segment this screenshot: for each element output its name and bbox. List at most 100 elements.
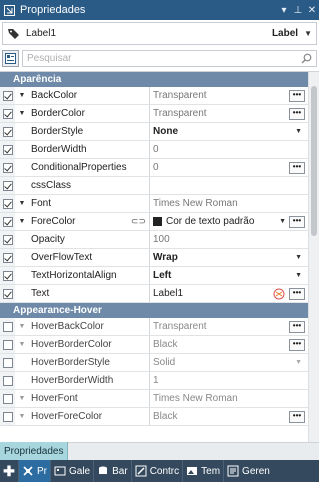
property-checkbox[interactable] (2, 108, 13, 119)
property-checkbox[interactable] (2, 198, 13, 209)
property-row[interactable]: OverFlowText Wrap ▼ (0, 249, 308, 267)
property-row[interactable]: HoverBorderWidth 1 (0, 372, 308, 390)
chevron-down-icon[interactable]: ▼ (295, 254, 302, 261)
property-row[interactable]: BorderWidth 0 (0, 141, 308, 159)
property-checkbox[interactable] (2, 162, 13, 173)
property-value[interactable]: Label1 ••• (150, 285, 308, 302)
property-value[interactable]: Black ••• (150, 408, 308, 425)
bottom-tab[interactable]: Pr (18, 460, 50, 482)
property-row[interactable]: ▼ HoverFont Times New Roman (0, 390, 308, 408)
bottom-tab[interactable]: Gale (50, 460, 93, 482)
property-row[interactable]: ▼ BackColor Transparent ••• (0, 87, 308, 105)
property-checkbox[interactable] (2, 126, 13, 137)
property-checkbox[interactable] (2, 411, 13, 422)
property-checkbox-cell (0, 318, 15, 335)
property-checkbox[interactable] (2, 270, 13, 281)
ellipsis-button[interactable]: ••• (289, 89, 305, 102)
property-row[interactable]: ▼ Font Times New Roman (0, 195, 308, 213)
pin-button[interactable]: ⊥ (291, 5, 305, 16)
ellipsis-button[interactable]: ••• (289, 287, 305, 300)
property-value[interactable]: Cor de texto padrão ▼ ••• (150, 213, 308, 230)
chevron-down-icon[interactable]: ▼ (295, 272, 302, 279)
property-value[interactable]: Solid ▼ (150, 354, 308, 371)
expand-triangle-icon[interactable]: ▼ (15, 195, 29, 212)
ellipsis-button[interactable]: ••• (289, 107, 305, 120)
property-value[interactable]: Transparent ••• (150, 87, 308, 104)
property-value[interactable]: Wrap ▼ (150, 249, 308, 266)
property-row[interactable]: cssClass (0, 177, 308, 195)
chevron-down-icon[interactable]: ▼ (279, 218, 286, 225)
property-row[interactable]: ▼ BorderColor Transparent ••• (0, 105, 308, 123)
bottom-tab[interactable]: Contrc (130, 460, 182, 482)
property-checkbox[interactable] (2, 144, 13, 155)
expand-triangle-icon[interactable]: ▼ (15, 318, 29, 335)
property-row[interactable]: Text Label1 ••• (0, 285, 308, 303)
chevron-down-icon[interactable]: ▼ (295, 128, 302, 135)
property-value[interactable]: Transparent ••• (150, 105, 308, 122)
ellipsis-button[interactable]: ••• (289, 161, 305, 174)
search-icon[interactable] (301, 53, 312, 64)
link-icon[interactable]: ⊂⊃ (131, 216, 146, 227)
bottom-tab[interactable]: Geren (223, 460, 273, 482)
property-row[interactable]: BorderStyle None ▼ (0, 123, 308, 141)
property-row[interactable]: ▼ HoverBorderColor Black ••• (0, 336, 308, 354)
expand-triangle-icon[interactable]: ▼ (15, 336, 29, 353)
property-value[interactable]: Times New Roman (150, 195, 308, 212)
property-value[interactable]: 1 (150, 372, 308, 389)
property-value[interactable]: None ▼ (150, 123, 308, 140)
category-header[interactable]: Aparência (0, 72, 308, 87)
close-button[interactable]: ✕ (305, 5, 319, 16)
property-row[interactable]: ▼ ForeColor ⊂⊃ Cor de texto padrão ▼ ••• (0, 213, 308, 231)
categorize-button[interactable] (2, 50, 19, 67)
property-name-text: HoverFont (31, 393, 78, 404)
property-checkbox[interactable] (2, 90, 13, 101)
localize-icon[interactable] (273, 288, 285, 300)
property-checkbox[interactable] (2, 180, 13, 191)
property-value[interactable]: Transparent ••• (150, 318, 308, 335)
ellipsis-button[interactable]: ••• (289, 410, 305, 423)
property-name-text: Font (31, 198, 52, 209)
property-row[interactable]: HoverBorderStyle Solid ▼ (0, 354, 308, 372)
bottom-tab[interactable]: Tem (182, 460, 223, 482)
ellipsis-button[interactable]: ••• (289, 338, 305, 351)
property-checkbox[interactable] (2, 339, 13, 350)
add-icon[interactable]: ✚ (0, 463, 18, 480)
scrollbar-thumb[interactable] (311, 86, 317, 236)
tab-propriedades[interactable]: Propriedades (0, 442, 69, 460)
expand-triangle-icon[interactable]: ▼ (15, 408, 29, 425)
property-value[interactable]: 0 ••• (150, 159, 308, 176)
property-value[interactable]: 100 (150, 231, 308, 248)
ellipsis-button[interactable]: ••• (289, 215, 305, 228)
property-checkbox[interactable] (2, 234, 13, 245)
property-row[interactable]: ▼ HoverForeColor Black ••• (0, 408, 308, 426)
property-checkbox[interactable] (2, 252, 13, 263)
property-checkbox[interactable] (2, 321, 13, 332)
expand-triangle-icon[interactable]: ▼ (15, 213, 29, 230)
search-input[interactable] (27, 53, 301, 64)
expand-triangle-icon[interactable]: ▼ (15, 390, 29, 407)
property-value[interactable] (150, 177, 308, 194)
property-checkbox[interactable] (2, 375, 13, 386)
panel-title-bar: Propriedades ▾ ⊥ ✕ (0, 0, 319, 20)
property-value[interactable]: Left ▼ (150, 267, 308, 284)
property-checkbox[interactable] (2, 216, 13, 227)
ellipsis-button[interactable]: ••• (289, 320, 305, 333)
vertical-scrollbar[interactable] (308, 72, 319, 442)
property-checkbox[interactable] (2, 288, 13, 299)
chevron-down-icon[interactable]: ▼ (295, 359, 302, 366)
object-selector[interactable]: Label1 Label ▼ (2, 22, 317, 45)
expand-triangle-icon[interactable]: ▼ (15, 105, 29, 122)
category-header[interactable]: Appearance-Hover (0, 303, 308, 318)
property-row[interactable]: TextHorizontalAlign Left ▼ (0, 267, 308, 285)
property-value[interactable]: Times New Roman (150, 390, 308, 407)
property-value[interactable]: Black ••• (150, 336, 308, 353)
property-row[interactable]: ▼ HoverBackColor Transparent ••• (0, 318, 308, 336)
property-row[interactable]: Opacity 100 (0, 231, 308, 249)
bottom-tab[interactable]: Bar (93, 460, 131, 482)
property-value[interactable]: 0 (150, 141, 308, 158)
property-row[interactable]: ConditionalProperties 0 ••• (0, 159, 308, 177)
expand-triangle-icon[interactable]: ▼ (15, 87, 29, 104)
property-checkbox[interactable] (2, 357, 13, 368)
property-checkbox[interactable] (2, 393, 13, 404)
panel-menu-button[interactable]: ▾ (277, 5, 291, 16)
